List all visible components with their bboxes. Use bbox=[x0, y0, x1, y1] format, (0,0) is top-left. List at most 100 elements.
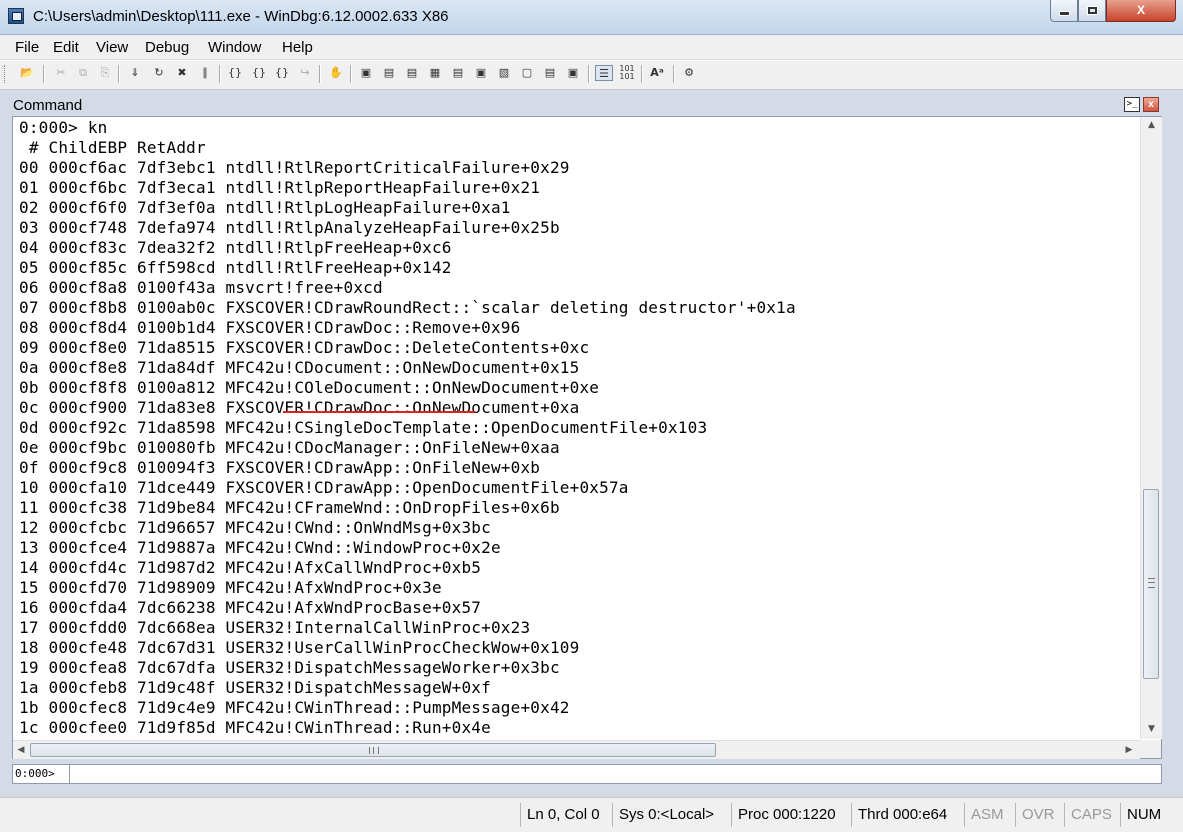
watch-icon[interactable]: ▤ bbox=[380, 65, 398, 81]
toolbar-separator bbox=[319, 65, 321, 83]
minimize-button[interactable] bbox=[1050, 0, 1078, 22]
stack-frame-line: 19 000cfea8 7dc67dfa USER32!DispatchMess… bbox=[19, 658, 560, 677]
scroll-right-icon[interactable]: ▶ bbox=[1120, 741, 1138, 759]
stack-frame-line: 00 000cf6ac 7df3ebc1 ntdll!RtlReportCrit… bbox=[19, 158, 570, 177]
close-button[interactable]: X bbox=[1106, 0, 1176, 22]
stack-frame-line: 05 000cf85c 6ff598cd ntdll!RtlFreeHeap+0… bbox=[19, 258, 452, 277]
options-panel-icon[interactable]: ▤ bbox=[541, 65, 559, 81]
open-icon[interactable]: 📂 bbox=[18, 65, 36, 81]
stack-frame-line: 11 000cfc38 71d9be84 MFC42u!CFrameWnd::O… bbox=[19, 498, 560, 517]
menu-edit[interactable]: Edit bbox=[53, 39, 79, 56]
command-window-icon[interactable]: ▣ bbox=[357, 65, 375, 81]
stack-frame-line: 03 000cf748 7defa974 ntdll!RtlpAnalyzeHe… bbox=[19, 218, 560, 237]
stack-frame-line: 0f 000cf9c8 010094f3 FXSCOVER!CDrawApp::… bbox=[19, 458, 541, 477]
scrollbar-corner bbox=[1140, 740, 1161, 758]
status-sys: Sys 0:<Local> bbox=[612, 803, 720, 827]
stack-header-line: # ChildEBP RetAddr bbox=[19, 138, 206, 157]
stack-frame-line: 1c 000cfee0 71d9f85d MFC42u!CWinThread::… bbox=[19, 718, 491, 737]
status-position: Ln 0, Col 0 bbox=[520, 803, 606, 827]
vertical-scroll-thumb[interactable] bbox=[1143, 489, 1159, 679]
command-close-button[interactable]: x bbox=[1143, 97, 1159, 112]
status-ovr: OVR bbox=[1015, 803, 1061, 827]
cut-icon[interactable]: ✂ bbox=[52, 65, 70, 81]
status-asm: ASM bbox=[964, 803, 1010, 827]
processes-threads-icon[interactable]: ▣ bbox=[564, 65, 582, 81]
step-into-icon[interactable]: {} bbox=[226, 65, 244, 81]
stack-frame-line: 0d 000cf92c 71da8598 MFC42u!CSingleDocTe… bbox=[19, 418, 708, 437]
hex-mode-icon[interactable]: 101 101 bbox=[618, 65, 636, 81]
stack-frame-line: 0a 000cf8e8 71da84df MFC42u!CDocument::O… bbox=[19, 358, 580, 377]
thumb-grip-icon bbox=[1148, 578, 1155, 588]
paste-icon[interactable]: ⎘ bbox=[96, 65, 114, 81]
windbg-app-icon[interactable] bbox=[8, 8, 24, 24]
command-output[interactable]: 0:000> kn # ChildEBP RetAddr 00 000cf6ac … bbox=[13, 117, 1138, 739]
options-icon[interactable]: ⚙ bbox=[680, 65, 698, 81]
command-prompt-label: 0:000> bbox=[12, 764, 70, 784]
stack-frame-line: 07 000cf8b8 0100ab0c FXSCOVER!CDrawRound… bbox=[19, 298, 796, 317]
stack-frame-line: 09 000cf8e0 71da8515 FXSCOVER!CDrawDoc::… bbox=[19, 338, 590, 357]
minimize-icon bbox=[1058, 11, 1070, 16]
run-to-cursor-icon[interactable]: ↪ bbox=[296, 65, 314, 81]
step-out-icon[interactable]: {} bbox=[273, 65, 291, 81]
scroll-left-icon[interactable]: ◀ bbox=[13, 741, 29, 759]
maximize-button[interactable] bbox=[1078, 0, 1106, 22]
menu-debug[interactable]: Debug bbox=[145, 39, 189, 56]
command-echo-line: 0:000> kn bbox=[19, 118, 108, 137]
registers-icon[interactable]: ▦ bbox=[426, 65, 444, 81]
call-stack-icon[interactable]: ▣ bbox=[472, 65, 490, 81]
scroll-down-icon[interactable]: ▼ bbox=[1141, 721, 1162, 738]
stack-frame-line: 10 000cfa10 71dce449 FXSCOVER!CDrawApp::… bbox=[19, 478, 629, 497]
window-title: C:\Users\admin\Desktop\111.exe - WinDbg:… bbox=[33, 8, 449, 25]
status-caps: CAPS bbox=[1064, 803, 1118, 827]
maximize-icon bbox=[1087, 7, 1097, 14]
toolbar: 📂 ✂ ⧉ ⎘ ⇓ ↻ ✖ ∥ {} {} {} ↪ ✋ ▣ ▤ ▤ ▦ ▤ ▣… bbox=[0, 60, 1183, 90]
stack-frame-line: 13 000cfce4 71d9887a MFC42u!CWnd::Window… bbox=[19, 538, 501, 557]
title-bar: C:\Users\admin\Desktop\111.exe - WinDbg:… bbox=[0, 0, 1183, 35]
stack-frame-line: 0c 000cf900 71da83e8 FXSCOVER!CDrawDoc::… bbox=[19, 398, 580, 417]
stack-frame-line: 02 000cf6f0 7df3ef0a ntdll!RtlpLogHeapFa… bbox=[19, 198, 511, 217]
stack-frame-line: 01 000cf6bc 7df3eca1 ntdll!RtlpReportHea… bbox=[19, 178, 541, 197]
stack-frame-line: 06 000cf8a8 0100f43a msvcrt!free+0xcd bbox=[19, 278, 383, 297]
menu-file[interactable]: File bbox=[15, 39, 39, 56]
copy-icon[interactable]: ⧉ bbox=[74, 65, 92, 81]
stack-frame-line: 15 000cfd70 71d98909 MFC42u!AfxWndProc+0… bbox=[19, 578, 442, 597]
source-mode-icon[interactable]: ☰ bbox=[595, 65, 613, 81]
toolbar-separator bbox=[43, 65, 45, 83]
memory-icon[interactable]: ▤ bbox=[449, 65, 467, 81]
scratch-pad-icon[interactable]: ▢ bbox=[518, 65, 536, 81]
toolbar-separator bbox=[588, 65, 590, 83]
menu-window[interactable]: Window bbox=[208, 39, 261, 56]
stack-frame-line: 1b 000cfec8 71d9c4e9 MFC42u!CWinThread::… bbox=[19, 698, 570, 717]
stack-frame-line: 16 000cfda4 7dc66238 MFC42u!AfxWndProcBa… bbox=[19, 598, 482, 617]
menu-bar: File Edit View Debug Window Help bbox=[0, 35, 1183, 59]
stack-frame-line: 14 000cfd4c 71d987d2 MFC42u!AfxCallWndPr… bbox=[19, 558, 482, 577]
toolbar-separator bbox=[118, 65, 120, 83]
horizontal-scroll-thumb[interactable] bbox=[30, 743, 716, 757]
toolbar-separator bbox=[641, 65, 643, 83]
vertical-scrollbar[interactable]: ▲ ▼ bbox=[1140, 117, 1162, 739]
locals-icon[interactable]: ▤ bbox=[403, 65, 421, 81]
stack-frame-line: 0e 000cf9bc 010080fb MFC42u!CDocManager:… bbox=[19, 438, 560, 457]
step-over-icon[interactable]: {} bbox=[250, 65, 268, 81]
scroll-up-icon[interactable]: ▲ bbox=[1141, 117, 1162, 134]
break-icon[interactable]: ∥ bbox=[196, 65, 214, 81]
toolbar-grip[interactable] bbox=[4, 65, 8, 83]
status-bar: Ln 0, Col 0 Sys 0:<Local> Proc 000:1220 … bbox=[0, 797, 1183, 832]
toolbar-separator bbox=[673, 65, 675, 83]
restart-icon[interactable]: ↻ bbox=[150, 65, 168, 81]
status-thrd: Thrd 000:e64 bbox=[851, 803, 953, 827]
command-input[interactable] bbox=[70, 764, 1162, 784]
command-prompt-button[interactable]: >_ bbox=[1124, 97, 1140, 112]
toolbar-separator bbox=[219, 65, 221, 83]
disassembly-icon[interactable]: ▧ bbox=[495, 65, 513, 81]
stop-debugging-icon[interactable]: ✖ bbox=[173, 65, 191, 81]
go-icon[interactable]: ⇓ bbox=[126, 65, 144, 81]
set-breakpoint-icon[interactable]: ✋ bbox=[327, 65, 345, 81]
horizontal-scrollbar[interactable]: ◀ ▶ bbox=[13, 740, 1140, 759]
toolbar-separator bbox=[350, 65, 352, 83]
stack-frame-line: 17 000cfdd0 7dc668ea USER32!InternalCall… bbox=[19, 618, 531, 637]
menu-view[interactable]: View bbox=[96, 39, 128, 56]
annotation-underline bbox=[283, 411, 475, 413]
menu-help[interactable]: Help bbox=[282, 39, 313, 56]
font-icon[interactable]: Aᵃ bbox=[648, 65, 666, 81]
